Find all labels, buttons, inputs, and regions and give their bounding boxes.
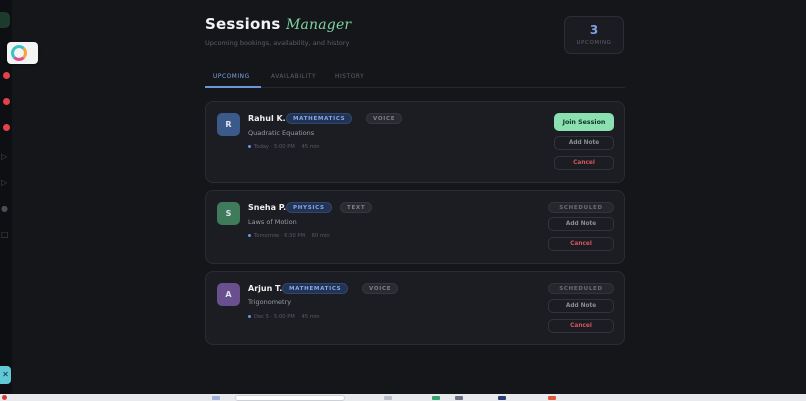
session-topic: Laws of Motion bbox=[248, 218, 297, 226]
taskbar-app-icon[interactable] bbox=[548, 396, 556, 400]
tab-upcoming[interactable]: UPCOMING bbox=[213, 74, 250, 80]
join-session-button[interactable]: Join Session bbox=[554, 113, 614, 131]
session-duration: 60 min bbox=[311, 233, 330, 239]
tab-availability[interactable]: AVAILABILITY bbox=[271, 74, 316, 80]
cancel-button[interactable]: Cancel bbox=[548, 237, 614, 251]
session-duration: 45 min bbox=[301, 314, 320, 320]
student-name: Sneha P. bbox=[248, 203, 287, 212]
taskbar-app-icon[interactable] bbox=[432, 396, 440, 400]
taskbar-app-icon[interactable] bbox=[455, 396, 463, 400]
page-title-accent: Manager bbox=[285, 17, 352, 33]
status-badge: SCHEDULED bbox=[548, 202, 614, 213]
session-card: A Arjun T. MATHEMATICS VOICE Trigonometr… bbox=[205, 271, 625, 345]
session-meta: Today · 5:00 PM 45 min bbox=[248, 144, 320, 150]
mode-badge: TEXT bbox=[340, 202, 373, 213]
student-name: Arjun T. bbox=[248, 284, 283, 293]
session-topic: Trigonometry bbox=[248, 298, 292, 306]
start-icon[interactable] bbox=[2, 395, 7, 400]
taskbar-app-icon[interactable] bbox=[384, 396, 392, 400]
square-icon[interactable]: □ bbox=[1, 230, 9, 239]
session-time: Tomorrow · 6:30 PM bbox=[254, 233, 306, 239]
notification-dot-icon bbox=[3, 124, 10, 131]
expand-icon[interactable]: ✕ bbox=[0, 366, 11, 384]
cancel-button[interactable]: Cancel bbox=[548, 319, 614, 333]
upcoming-count-card: 3 UPCOMING bbox=[564, 16, 624, 54]
cancel-button[interactable]: Cancel bbox=[554, 156, 614, 170]
session-card: S Sneha P. PHYSICS TEXT Laws of Motion T… bbox=[205, 190, 625, 264]
taskbar-app-icon[interactable] bbox=[498, 396, 506, 400]
session-meta: Tomorrow · 6:30 PM 60 min bbox=[248, 233, 330, 239]
session-time: Dec 5 · 5:00 PM bbox=[254, 314, 295, 320]
avatar: R bbox=[217, 113, 240, 136]
chevron-right-icon[interactable]: ▷ bbox=[1, 178, 7, 187]
os-taskbar bbox=[0, 394, 806, 401]
avatar: S bbox=[217, 202, 240, 225]
avatar: A bbox=[217, 283, 240, 306]
status-dot-icon bbox=[248, 234, 251, 237]
page-title-main: Sessions bbox=[205, 15, 281, 33]
subject-badge: MATHEMATICS bbox=[282, 283, 349, 294]
status-dot-icon bbox=[248, 315, 251, 318]
dot-icon[interactable]: ● bbox=[1, 204, 8, 213]
chevron-right-icon[interactable]: ▷ bbox=[1, 152, 7, 161]
app-logo-tile[interactable] bbox=[7, 42, 38, 64]
notification-dot-icon bbox=[3, 98, 10, 105]
tab-history[interactable]: HISTORY bbox=[335, 74, 364, 80]
subject-badge: MATHEMATICS bbox=[286, 113, 353, 124]
upcoming-count: 3 bbox=[589, 23, 599, 37]
session-time: Today · 5:00 PM bbox=[254, 144, 295, 150]
session-meta: Dec 5 · 5:00 PM 45 min bbox=[248, 314, 320, 320]
status-dot-icon bbox=[248, 145, 251, 148]
upcoming-count-label: UPCOMING bbox=[576, 40, 612, 46]
page-title: Sessions Manager bbox=[205, 15, 351, 33]
page-subtitle: Upcoming bookings, availability, and his… bbox=[205, 39, 350, 47]
session-topic: Quadratic Equations bbox=[248, 129, 315, 137]
subject-badge: PHYSICS bbox=[286, 202, 332, 213]
taskbar-search[interactable] bbox=[235, 395, 345, 401]
mode-badge: VOICE bbox=[366, 113, 403, 124]
add-note-button[interactable]: Add Note bbox=[554, 136, 614, 150]
add-note-button[interactable]: Add Note bbox=[548, 299, 614, 313]
active-tab-indicator bbox=[205, 86, 261, 88]
rail-app-icon[interactable] bbox=[0, 12, 10, 28]
tab-bar: UPCOMING AVAILABILITY HISTORY bbox=[205, 71, 625, 88]
notification-dot-icon bbox=[3, 72, 10, 79]
taskbar-app-icon[interactable] bbox=[212, 396, 220, 400]
app-logo-icon bbox=[11, 45, 27, 61]
status-badge: SCHEDULED bbox=[548, 283, 614, 294]
mode-badge: VOICE bbox=[362, 283, 399, 294]
session-card: R Rahul K. MATHEMATICS VOICE Quadratic E… bbox=[205, 101, 625, 183]
add-note-button[interactable]: Add Note bbox=[548, 217, 614, 231]
student-name: Rahul K. bbox=[248, 114, 286, 123]
session-duration: 45 min bbox=[301, 144, 320, 150]
